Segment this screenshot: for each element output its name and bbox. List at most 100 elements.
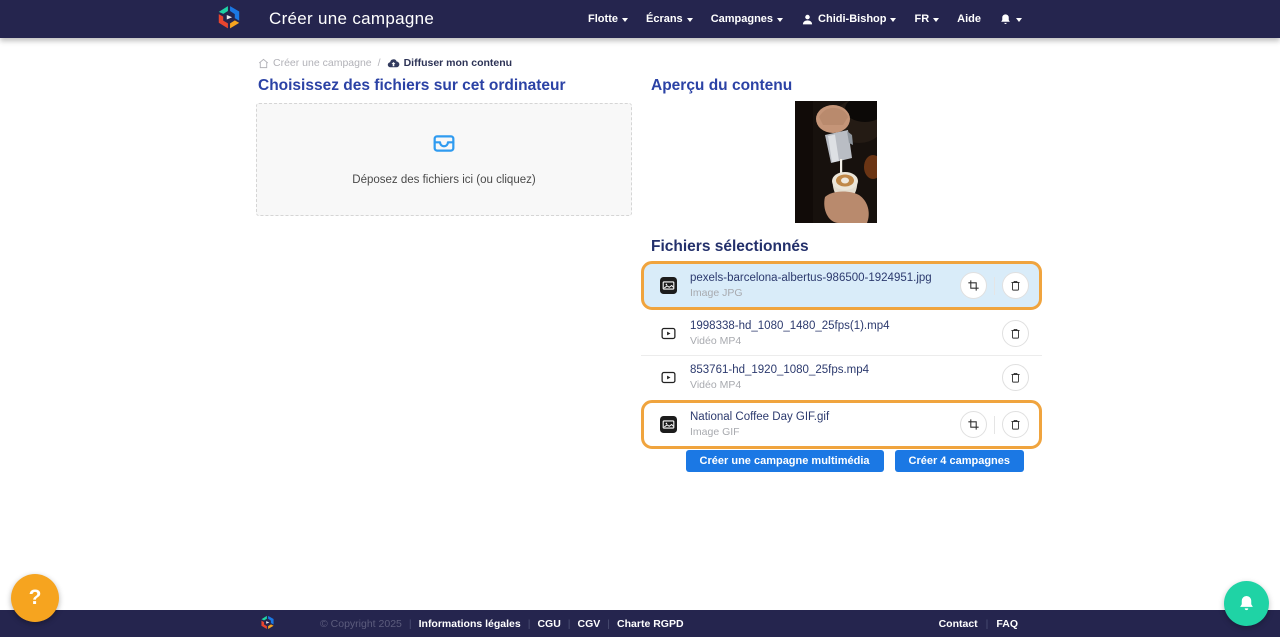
home-icon [258,58,269,69]
file-name: 1998338-hd_1080_1480_25fps(1).mp4 [690,320,890,332]
delete-button[interactable] [1002,364,1029,391]
file-row[interactable]: 1998338-hd_1080_1480_25fps(1).mp4 Vidéo … [641,312,1042,355]
nav-item-ecrans[interactable]: Écrans [646,13,693,25]
nav-item-user-account[interactable]: Chidi-Bishop [801,13,896,26]
user-icon [801,13,814,26]
footer-link-faq[interactable]: FAQ [996,618,1018,630]
footer-separator: | [986,618,989,630]
file-meta: 1998338-hd_1080_1480_25fps(1).mp4 Vidéo … [690,320,890,347]
file-name: pexels-barcelona-albertus-986500-1924951… [690,272,932,284]
nav-item-language[interactable]: FR [914,13,939,25]
footer: © Copyright 2025 | Informations légales … [0,610,1280,637]
actions-divider [994,416,995,434]
nav-item-aide[interactable]: Aide [957,13,981,25]
breadcrumb-current: Diffuser mon contenu [387,57,513,70]
footer-separator: | [409,618,412,630]
question-mark-icon: ? [29,586,42,610]
notifications-fab-button[interactable] [1224,581,1269,626]
chevron-down-icon [687,18,693,22]
file-actions [960,272,1029,299]
file-row[interactable]: National Coffee Day GIF.gif Image GIF [641,400,1042,449]
file-row[interactable]: 853761-hd_1920_1080_25fps.mp4 Vidéo MP4 [641,355,1042,398]
inbox-tray-icon [430,129,458,155]
top-navbar: Créer une campagne Flotte Écrans Campagn… [0,0,1280,38]
footer-logo-icon [258,614,277,633]
chevron-down-icon [777,18,783,22]
copyright-text: © Copyright 2025 [320,618,402,630]
file-actions [1002,364,1029,391]
nav-item-label: Écrans [646,13,683,25]
file-name: 853761-hd_1920_1080_25fps.mp4 [690,364,869,376]
nav-item-notifications[interactable] [999,13,1022,26]
dropzone-label: Déposez des fichiers ici (ou cliquez) [257,174,631,186]
trash-icon [1009,327,1022,340]
selected-files-heading: Fichiers sélectionnés [651,238,809,256]
video-file-icon [660,369,677,386]
brand-logo-icon[interactable] [213,3,245,35]
delete-button[interactable] [1002,320,1029,347]
footer-link-informations-legales[interactable]: Informations légales [419,618,521,630]
chevron-down-icon [933,18,939,22]
delete-button[interactable] [1002,272,1029,299]
crop-button[interactable] [960,272,987,299]
nav-menu: Flotte Écrans Campagnes Chidi-Bishop FR … [588,0,1022,38]
file-dropzone[interactable]: Déposez des fichiers ici (ou cliquez) [256,103,632,216]
file-type: Image GIF [690,426,829,438]
file-row[interactable]: pexels-barcelona-albertus-986500-1924951… [641,261,1042,310]
footer-legal-links: © Copyright 2025 | Informations légales … [320,610,684,637]
nav-item-campagnes[interactable]: Campagnes [711,13,783,25]
footer-contact-links: Contact | FAQ [939,610,1018,637]
chevron-down-icon [890,18,896,22]
crop-icon [967,279,980,292]
file-meta: pexels-barcelona-albertus-986500-1924951… [690,272,932,299]
crop-button[interactable] [960,411,987,438]
footer-link-cgv[interactable]: CGV [578,618,601,630]
create-multimedia-campaign-button[interactable]: Créer une campagne multimédia [686,450,884,472]
footer-separator: | [528,618,531,630]
nav-item-label: Aide [957,13,981,25]
nav-item-flotte[interactable]: Flotte [588,13,628,25]
crop-icon [967,418,980,431]
image-file-icon [660,416,677,433]
breadcrumb-home-label: Créer une campagne [273,57,372,69]
preview-heading: Aperçu du contenu [651,77,792,95]
page-title: Créer une campagne [269,0,434,38]
content-preview-image [795,101,877,223]
file-meta: 853761-hd_1920_1080_25fps.mp4 Vidéo MP4 [690,364,869,391]
choose-files-heading: Choisissez des fichiers sur cet ordinate… [258,77,566,95]
actions-divider [994,277,995,295]
footer-separator: | [607,618,610,630]
cloud-upload-icon [387,57,400,70]
delete-button[interactable] [1002,411,1029,438]
footer-separator: | [568,618,571,630]
file-type: Image JPG [690,287,932,299]
trash-icon [1009,371,1022,384]
help-fab-button[interactable]: ? [11,574,59,622]
footer-link-contact[interactable]: Contact [939,618,978,630]
trash-icon [1009,418,1022,431]
breadcrumb-home-link[interactable]: Créer une campagne [258,57,372,69]
breadcrumb: Créer une campagne / Diffuser mon conten… [258,56,512,70]
nav-item-label: Flotte [588,13,618,25]
chevron-down-icon [622,18,628,22]
breadcrumb-separator: / [378,57,381,69]
file-type: Vidéo MP4 [690,379,869,391]
action-buttons: Créer une campagne multimédia Créer 4 ca… [641,450,1024,472]
footer-link-charte-rgpd[interactable]: Charte RGPD [617,618,684,630]
file-actions [1002,320,1029,347]
nav-item-label: FR [914,13,929,25]
file-name: National Coffee Day GIF.gif [690,411,829,423]
bell-icon [999,13,1012,26]
chevron-down-icon [1016,18,1022,22]
file-type: Vidéo MP4 [690,335,890,347]
video-file-icon [660,325,677,342]
nav-item-label: Chidi-Bishop [818,13,886,25]
breadcrumb-current-label: Diffuser mon contenu [404,57,513,69]
footer-link-cgu[interactable]: CGU [537,618,560,630]
bell-icon [1237,594,1256,613]
file-actions [960,411,1029,438]
trash-icon [1009,279,1022,292]
selected-files-list: pexels-barcelona-albertus-986500-1924951… [641,261,1042,451]
file-meta: National Coffee Day GIF.gif Image GIF [690,411,829,438]
create-campaigns-button[interactable]: Créer 4 campagnes [895,450,1025,472]
